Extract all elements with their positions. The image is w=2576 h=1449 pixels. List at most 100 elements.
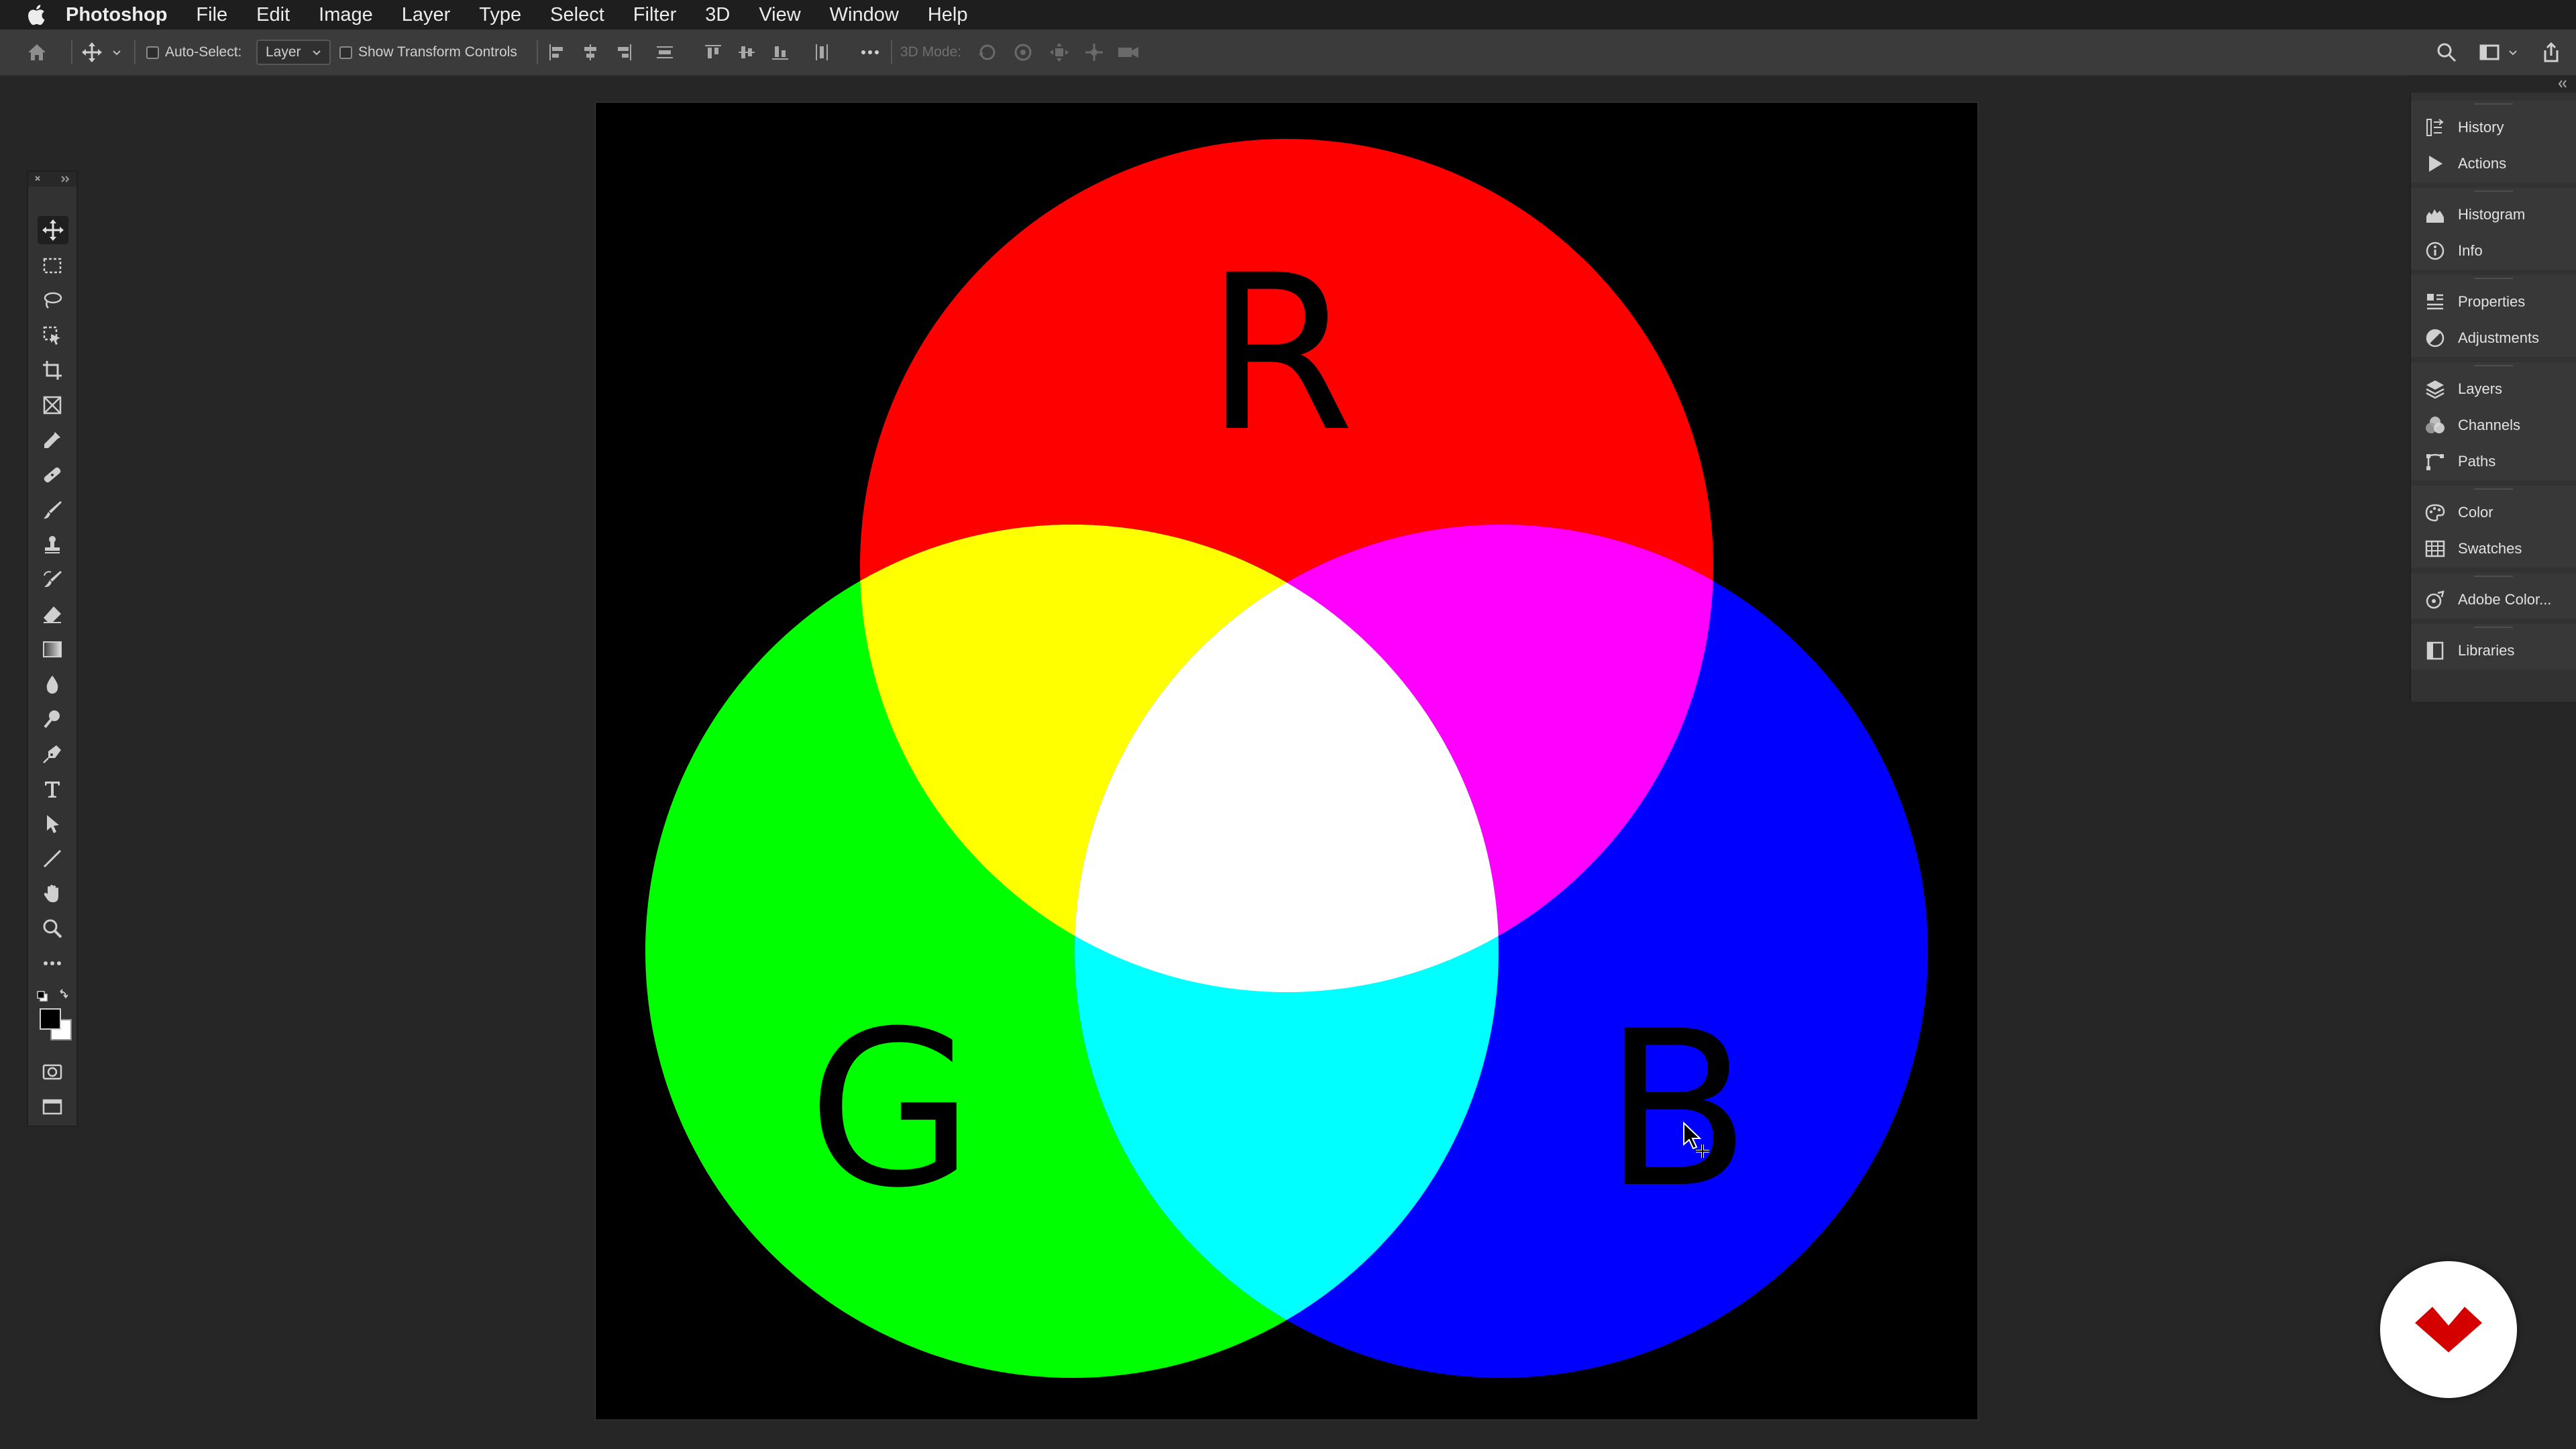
more-options-button[interactable] (859, 30, 881, 75)
menu-filter[interactable]: Filter (633, 0, 676, 30)
3d-orbit-icon (979, 44, 996, 60)
object-selection-tool-button[interactable] (42, 325, 63, 346)
dock-header[interactable] (2410, 75, 2576, 93)
align-bottom-edges-button[interactable] (770, 30, 790, 75)
gradient-tool-button[interactable] (42, 639, 63, 660)
rectangular-marquee-tool-icon (43, 258, 62, 274)
workspace-switcher[interactable] (2478, 30, 2518, 75)
auto-select-checkbox[interactable]: Auto-Select: (146, 30, 241, 75)
panel-group-grip[interactable] (2474, 365, 2513, 369)
menu-type[interactable]: Type (479, 0, 521, 30)
type-tool-button[interactable] (42, 778, 63, 800)
healing-brush-tool-button[interactable] (42, 464, 63, 486)
menu-select[interactable]: Select (550, 0, 604, 30)
path-selection-tool-button[interactable] (42, 813, 63, 835)
close-icon[interactable] (35, 176, 40, 181)
blur-tool-button[interactable] (42, 674, 63, 695)
swap-colors-icon[interactable] (60, 989, 68, 999)
lasso-tool-button[interactable] (42, 290, 63, 311)
panel-actions[interactable]: Actions (2411, 145, 2576, 182)
tool-preset-picker[interactable] (80, 30, 122, 75)
clone-stamp-tool-button[interactable] (42, 534, 63, 555)
home-icon (28, 44, 46, 60)
align-vertical-centers-button[interactable] (737, 30, 757, 75)
clone-stamp-tool-icon (45, 536, 60, 553)
panel-histogram[interactable]: Histogram (2411, 196, 2576, 233)
history-brush-tool-button[interactable] (42, 569, 63, 590)
hand-tool-button[interactable] (42, 883, 63, 904)
3d-scale-button[interactable] (1116, 30, 1140, 75)
align-right-edges-button[interactable] (614, 30, 634, 75)
panel-group-grip[interactable] (2474, 576, 2513, 580)
align-horizontal-centers-button[interactable] (580, 30, 600, 75)
panel-group-grip[interactable] (2474, 191, 2513, 195)
line-tool-button[interactable] (42, 848, 63, 869)
menu-window[interactable]: Window (830, 0, 899, 30)
menu-layer[interactable]: Layer (402, 0, 451, 30)
checkbox-box (146, 46, 159, 59)
menu-image[interactable]: Image (319, 0, 373, 30)
3d-orbit-button[interactable] (976, 30, 999, 75)
panel-group-grip[interactable] (2474, 103, 2513, 107)
hand-tool-icon (44, 885, 58, 902)
edit-toolbar-button[interactable] (42, 953, 63, 974)
frame-tool-button[interactable] (42, 394, 63, 416)
foreground-color-swatch[interactable] (40, 1008, 61, 1030)
panel-color[interactable]: Color (2411, 494, 2576, 531)
expand-icon[interactable] (61, 176, 70, 182)
zoom-tool-button[interactable] (42, 918, 63, 939)
panel-group-grip[interactable] (2474, 627, 2513, 631)
dodge-tool-button[interactable] (42, 708, 63, 730)
menu-app-photoshop[interactable]: Photoshop (66, 0, 167, 30)
menu-edit[interactable]: Edit (256, 0, 290, 30)
panel-group-grip[interactable] (2474, 278, 2513, 282)
menu-3d[interactable]: 3D (705, 0, 730, 30)
menu-help[interactable]: Help (928, 0, 968, 30)
rectangular-marquee-tool-button[interactable] (42, 255, 63, 276)
screen-mode-icon (42, 1099, 62, 1115)
screen-mode-button[interactable] (42, 1096, 63, 1118)
brush-tool-button[interactable] (42, 499, 63, 521)
search-button[interactable] (2435, 30, 2458, 75)
adobe-color-icon (2426, 590, 2445, 609)
panel-properties[interactable]: Properties (2411, 283, 2576, 321)
panel-color-label: Color (2458, 504, 2493, 521)
pen-tool-button[interactable] (42, 743, 63, 765)
align-left-edges-button[interactable] (547, 30, 567, 75)
panel-paths[interactable]: Paths (2411, 443, 2576, 480)
home-button[interactable] (25, 30, 48, 75)
distribute-horizontal-button[interactable] (812, 30, 832, 75)
panel-adjustments[interactable]: Adjustments (2411, 319, 2576, 357)
distribute-vertical-button[interactable] (655, 30, 675, 75)
panel-swatches[interactable]: Swatches (2411, 530, 2576, 568)
panel-adobe-color[interactable]: Adobe Color... (2411, 581, 2576, 619)
3d-slide-button[interactable] (1083, 30, 1106, 75)
menu-file[interactable]: File (196, 0, 227, 30)
show-transform-controls-checkbox[interactable]: Show Transform Controls (339, 30, 517, 75)
eraser-tool-button[interactable] (42, 604, 63, 625)
dodge-tool-icon (44, 710, 60, 729)
default-colors-icon[interactable] (37, 991, 48, 1002)
history-icon (2426, 119, 2444, 136)
3d-pan-button[interactable] (1048, 30, 1071, 75)
panel-history[interactable]: History (2411, 109, 2576, 146)
quick-mask-button[interactable] (42, 1061, 63, 1083)
panel-libraries[interactable]: Libraries (2411, 632, 2576, 669)
menu-view[interactable]: View (759, 0, 800, 30)
align-top-edges-button[interactable] (703, 30, 723, 75)
share-button[interactable] (2540, 30, 2563, 75)
auto-select-dropdown[interactable]: Layer (256, 40, 331, 65)
panel-info[interactable]: Info (2411, 232, 2576, 270)
move-tool-button[interactable] (38, 216, 68, 244)
panel-channels[interactable]: Channels (2411, 407, 2576, 444)
panel-group-grip[interactable] (2474, 488, 2513, 492)
apple-logo-icon[interactable] (25, 3, 46, 27)
crop-tool-button[interactable] (42, 360, 63, 381)
3d-roll-button[interactable] (1012, 30, 1034, 75)
panel-layers[interactable]: Layers (2411, 370, 2576, 408)
document-canvas[interactable]: R G B (596, 103, 1978, 1419)
panel-paths-label: Paths (2458, 453, 2496, 470)
tools-panel-header[interactable] (28, 172, 76, 186)
eyedropper-tool-button[interactable] (42, 429, 63, 451)
collapse-panels-icon[interactable] (2556, 78, 2569, 89)
